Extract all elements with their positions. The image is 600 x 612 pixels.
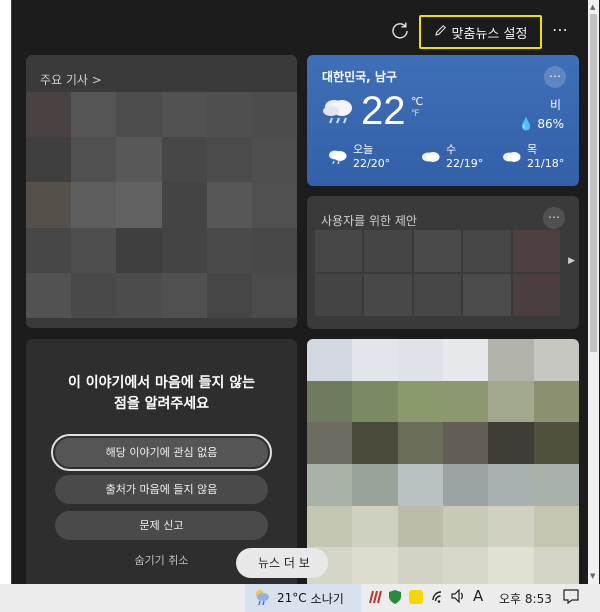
news-and-interests-panel: 맞춤뉴스 설정 ⋯ 주요 기사 > 대한민국, 남구 ⋯ 22 ℃ ℉ 비 💧 …: [11, 0, 600, 584]
notification-icon[interactable]: [563, 589, 579, 607]
cloud-icon: [500, 148, 522, 168]
taskbar-condition: 소나기: [310, 591, 344, 606]
forecast-day: 목: [527, 143, 538, 156]
report-issue-button[interactable]: 문제 신고: [55, 511, 268, 540]
weather-condition: 비: [549, 98, 561, 112]
suggestions-header: 사용자를 위한 제안: [321, 214, 417, 228]
taskbar-weather-button[interactable]: 21°C 소나기: [245, 584, 361, 612]
taskbar-temperature: 21°C: [277, 591, 307, 605]
rain-cloud-icon: [253, 588, 273, 609]
current-temperature: 22: [361, 89, 406, 133]
rain-cloud-icon: [326, 148, 348, 168]
feedback-message: 이 이야기에서 마음에 들지 않는 점을 알려주세요: [68, 375, 255, 412]
security-shield-icon[interactable]: [388, 589, 402, 608]
input-method-indicator[interactable]: A: [473, 587, 483, 605]
more-options-icon[interactable]: ⋯: [552, 20, 569, 39]
weather-more-icon[interactable]: ⋯: [544, 66, 566, 88]
app-icon-kakao[interactable]: [408, 589, 424, 608]
taskbar: 21°C 소나기 A 오후 8:53: [0, 584, 600, 612]
wifi-icon[interactable]: [431, 589, 447, 606]
weather-location: 대한민국, 남구: [322, 70, 397, 84]
top-stories-card[interactable]: 주요 기사 >: [26, 55, 297, 328]
article-image[interactable]: [307, 339, 579, 584]
scrollbar[interactable]: ▲ ▼: [588, 0, 599, 584]
top-stories-header[interactable]: 주요 기사 >: [40, 71, 102, 88]
dislike-source-button[interactable]: 출처가 마음에 들지 않음: [55, 475, 268, 504]
forecast-wed[interactable]: 수 22/19°: [422, 143, 484, 171]
raindrop-icon: 💧: [518, 117, 534, 131]
volume-icon[interactable]: [451, 588, 467, 606]
forecast-temps: 22/20°: [353, 157, 391, 170]
clock[interactable]: 오후 8:53: [499, 590, 552, 607]
fahrenheit-unit[interactable]: ℉: [411, 108, 423, 120]
temperature-units[interactable]: ℃ ℉: [411, 96, 423, 120]
article-image-card[interactable]: [307, 339, 579, 584]
app-icon[interactable]: [368, 589, 382, 608]
forecast-temps: 21/18°: [527, 157, 565, 170]
personalize-label: 맞춤뉴스 설정: [451, 26, 528, 42]
forecast-day: 오늘: [353, 143, 374, 156]
celsius-unit[interactable]: ℃: [411, 96, 423, 108]
forecast-temps: 22/19°: [446, 157, 484, 170]
forecast-day: 수: [446, 143, 457, 156]
scrollbar-thumb[interactable]: [590, 14, 597, 352]
more-news-button[interactable]: 뉴스 더 보: [236, 548, 328, 578]
suggestions-thumbnails[interactable]: [315, 230, 560, 316]
rain-cloud-icon: [320, 95, 356, 129]
pencil-icon: [434, 24, 447, 41]
forecast-today[interactable]: 오늘 22/20°: [329, 143, 391, 171]
humidity: 💧 86%: [518, 117, 564, 131]
suggestions-more-icon[interactable]: ⋯: [543, 207, 565, 229]
cloud-icon: [419, 148, 441, 168]
scroll-up-icon[interactable]: ▲: [590, 3, 595, 11]
weather-card[interactable]: 대한민국, 남구 ⋯ 22 ℃ ℉ 비 💧 86% 오늘 22/20° 수 22…: [307, 55, 579, 186]
suggestions-card[interactable]: 사용자를 위한 제안 ⋯ ▶: [307, 196, 579, 329]
not-interested-button[interactable]: 해당 이야기에 관심 없음: [51, 434, 272, 471]
forecast-thu[interactable]: 목 21/18°: [503, 143, 565, 171]
top-stories-thumbnails[interactable]: [26, 92, 297, 318]
personalize-feed-button[interactable]: 맞춤뉴스 설정: [419, 15, 542, 49]
next-arrow-icon[interactable]: ▶: [568, 256, 575, 266]
refresh-icon[interactable]: [390, 20, 412, 42]
scroll-down-icon[interactable]: ▼: [590, 572, 595, 580]
